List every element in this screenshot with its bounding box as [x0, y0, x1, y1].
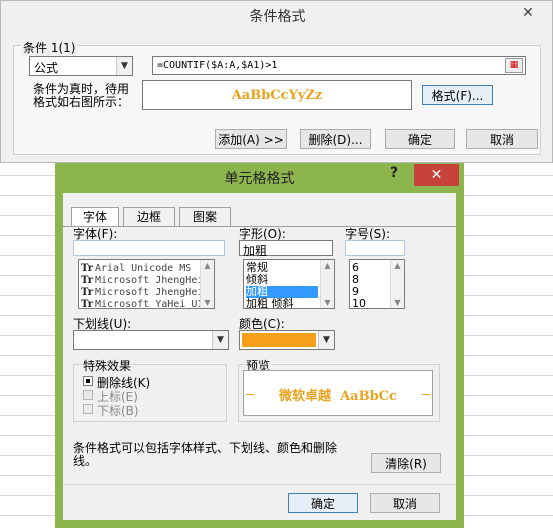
- format-preview-sample: AaBbCcYyZz: [231, 88, 323, 103]
- scrollbar[interactable]: ▲ ▼: [200, 260, 214, 308]
- style-list[interactable]: 常规 倾斜 加粗 加粗 倾斜 ▲ ▼: [243, 259, 335, 309]
- ok-button[interactable]: 确定: [288, 493, 358, 513]
- scrollbar[interactable]: ▲ ▼: [320, 260, 334, 308]
- size-list[interactable]: 6 8 9 10 ▲ ▼: [349, 259, 405, 309]
- list-item[interactable]: Tr Microsoft JhengHei: [81, 274, 203, 286]
- font-input[interactable]: [73, 240, 225, 256]
- effects-label: 特殊效果: [81, 357, 134, 374]
- dialog-body: 字体 边框 图案 字体(F): Tr Arial Unicode MS Tr Mic…: [63, 193, 456, 520]
- preview-box: 微软卓越 AaBbCc: [243, 370, 433, 416]
- chevron-up-icon: ▲: [324, 261, 331, 270]
- list-item[interactable]: 10: [352, 298, 366, 309]
- delete-button[interactable]: 删除(D)...: [300, 129, 371, 149]
- formula-value: =COUNTIF($A:A,$A1)>1: [157, 60, 278, 71]
- info-note: 条件格式可以包括字体样式、下划线、颜色和删除线。: [73, 441, 338, 468]
- format-preview-box: AaBbCcYyZz: [142, 80, 412, 110]
- chevron-up-icon: ▲: [204, 261, 211, 270]
- chevron-down-icon: ▼: [318, 331, 334, 349]
- formula-input[interactable]: =COUNTIF($A:A,$A1)>1 ▦: [152, 56, 526, 75]
- color-select[interactable]: ▼: [239, 330, 335, 350]
- chevron-down-icon: ▼: [394, 298, 401, 307]
- list-item[interactable]: Tr Microsoft JhengHei: [81, 286, 203, 298]
- strikethrough-checkbox[interactable]: [83, 376, 93, 386]
- style-input[interactable]: 加粗: [239, 240, 333, 258]
- tab-font[interactable]: 字体: [71, 207, 119, 226]
- subscript-label: 下标(B): [97, 404, 139, 418]
- cancel-button[interactable]: 取消: [370, 493, 440, 513]
- clear-button[interactable]: 清除(R): [371, 453, 441, 473]
- add-button[interactable]: 添加(A) >>: [215, 129, 287, 149]
- format-cells-dialog: 单元格格式 ? ✕ 字体 边框 图案 字体(F): Tr Arial Unicod…: [55, 163, 464, 528]
- format-button[interactable]: 格式(F)...: [422, 85, 493, 105]
- size-input[interactable]: [345, 240, 405, 256]
- cancel-button[interactable]: 取消: [466, 129, 538, 149]
- style-value: 加粗: [243, 244, 268, 258]
- conditional-format-dialog: 条件格式 ✕ 条件 1(1) 公式 ▼ =COUNTIF($A:A,$A1)>1…: [0, 0, 553, 163]
- list-item[interactable]: Tr Microsoft YaHei UI: [81, 298, 203, 308]
- condition-label: 条件 1(1): [21, 39, 78, 56]
- close-icon[interactable]: ✕: [414, 164, 459, 186]
- help-icon[interactable]: ?: [390, 165, 406, 181]
- scrollbar[interactable]: ▲ ▼: [390, 260, 404, 308]
- preview-sample: 微软卓越 AaBbCc: [279, 389, 397, 404]
- footer-divider: [63, 484, 456, 485]
- superscript-checkbox[interactable]: [83, 390, 93, 400]
- chevron-up-icon: ▲: [394, 261, 401, 270]
- condition-type-select[interactable]: 公式 ▼: [29, 56, 133, 76]
- chevron-down-icon: ▼: [204, 298, 211, 307]
- ok-button[interactable]: 确定: [385, 129, 455, 149]
- list-item[interactable]: 加粗 倾斜: [246, 298, 318, 309]
- condition-type-value: 公式: [34, 61, 59, 75]
- tab-pattern[interactable]: 图案: [179, 207, 231, 226]
- chevron-down-icon: ▼: [212, 331, 228, 349]
- dialog-title: 条件格式: [249, 9, 306, 25]
- preview-desc-line2: 格式如右图所示：: [33, 95, 130, 109]
- tab-border[interactable]: 边框: [123, 207, 175, 226]
- preview-description: 条件为真时，待用 格式如右图所示：: [33, 83, 129, 109]
- chevron-down-icon: ▼: [116, 57, 132, 75]
- font-list[interactable]: Tr Arial Unicode MS Tr Microsoft JhengHei …: [78, 259, 215, 309]
- range-picker-icon[interactable]: ▦: [505, 58, 523, 73]
- chevron-down-icon: ▼: [324, 298, 331, 307]
- color-swatch: [242, 333, 316, 347]
- list-item[interactable]: Tr Arial Unicode MS: [81, 262, 191, 274]
- close-icon[interactable]: ✕: [514, 3, 542, 23]
- underline-select[interactable]: ▼: [73, 330, 229, 350]
- subscript-checkbox[interactable]: [83, 404, 93, 414]
